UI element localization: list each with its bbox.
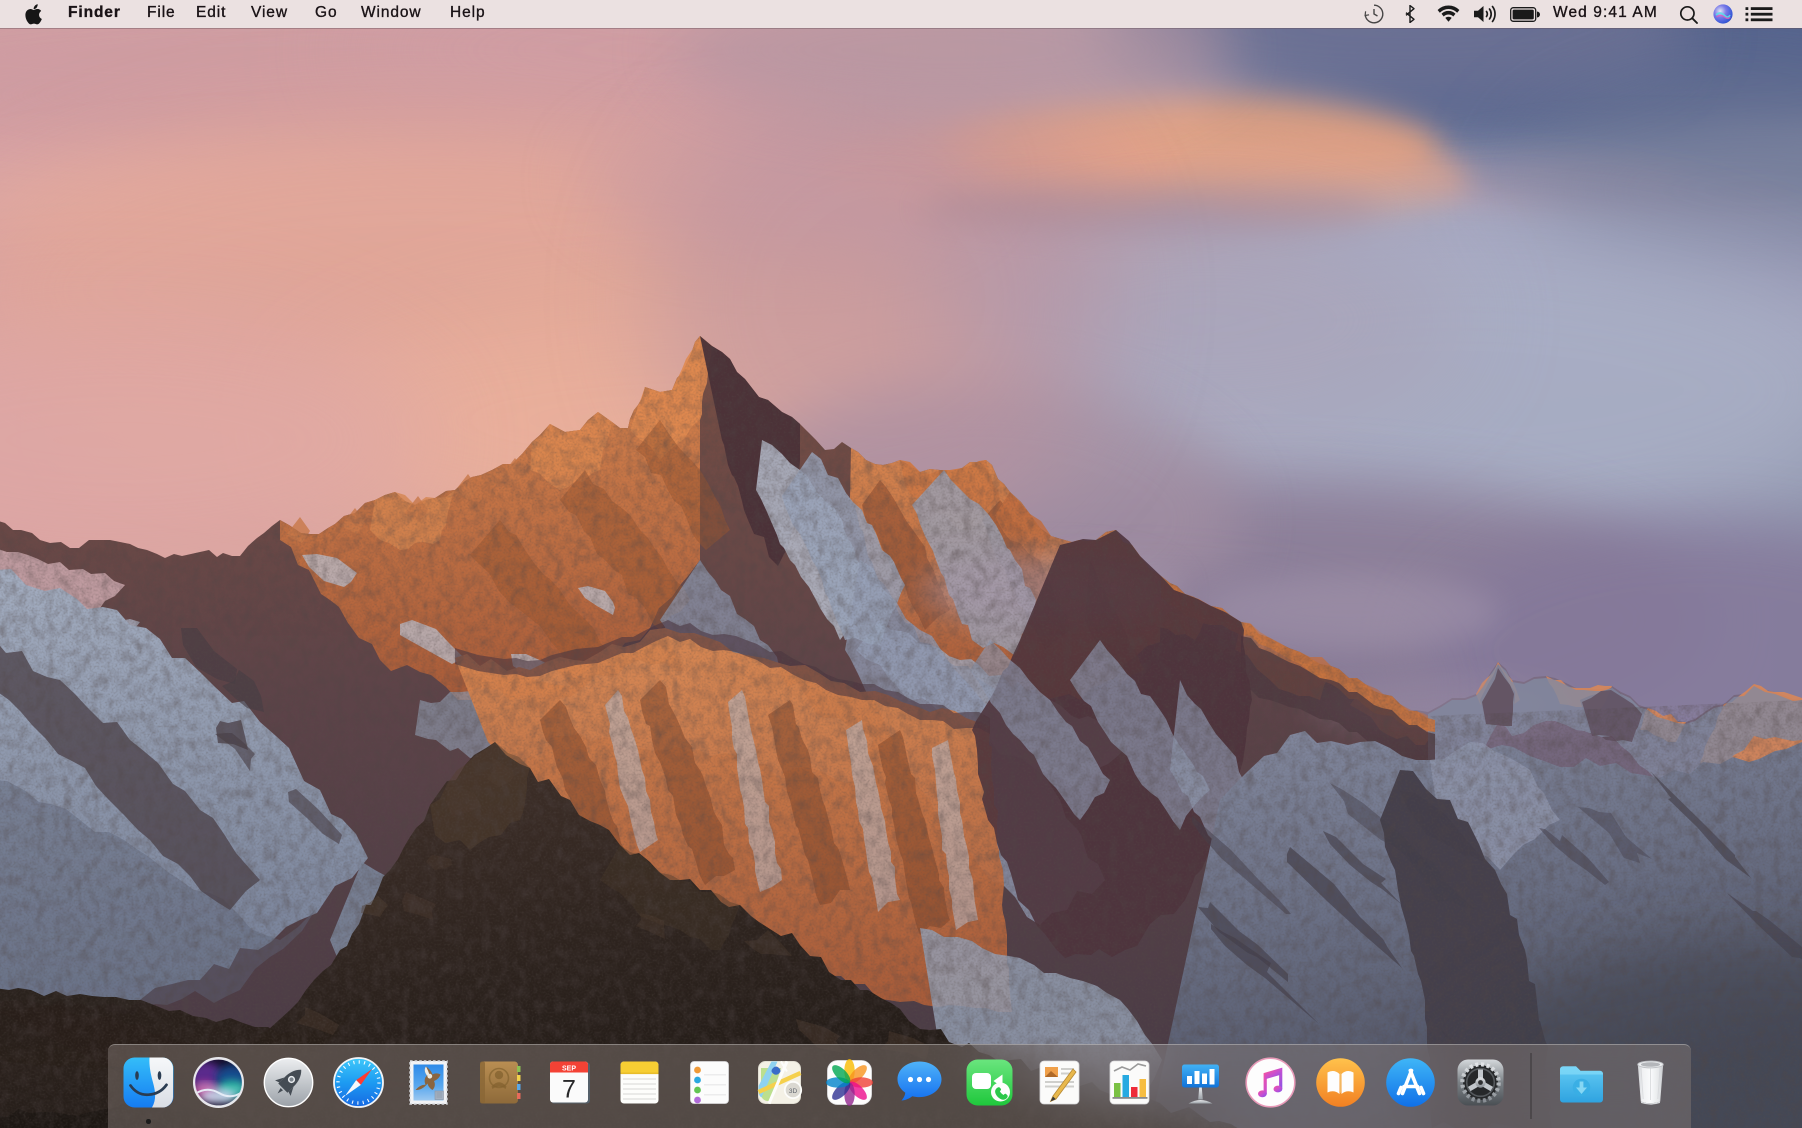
svg-text:SEP: SEP [562, 1066, 576, 1073]
svg-text:3D: 3D [789, 1088, 798, 1095]
svg-text:7: 7 [562, 1076, 576, 1104]
